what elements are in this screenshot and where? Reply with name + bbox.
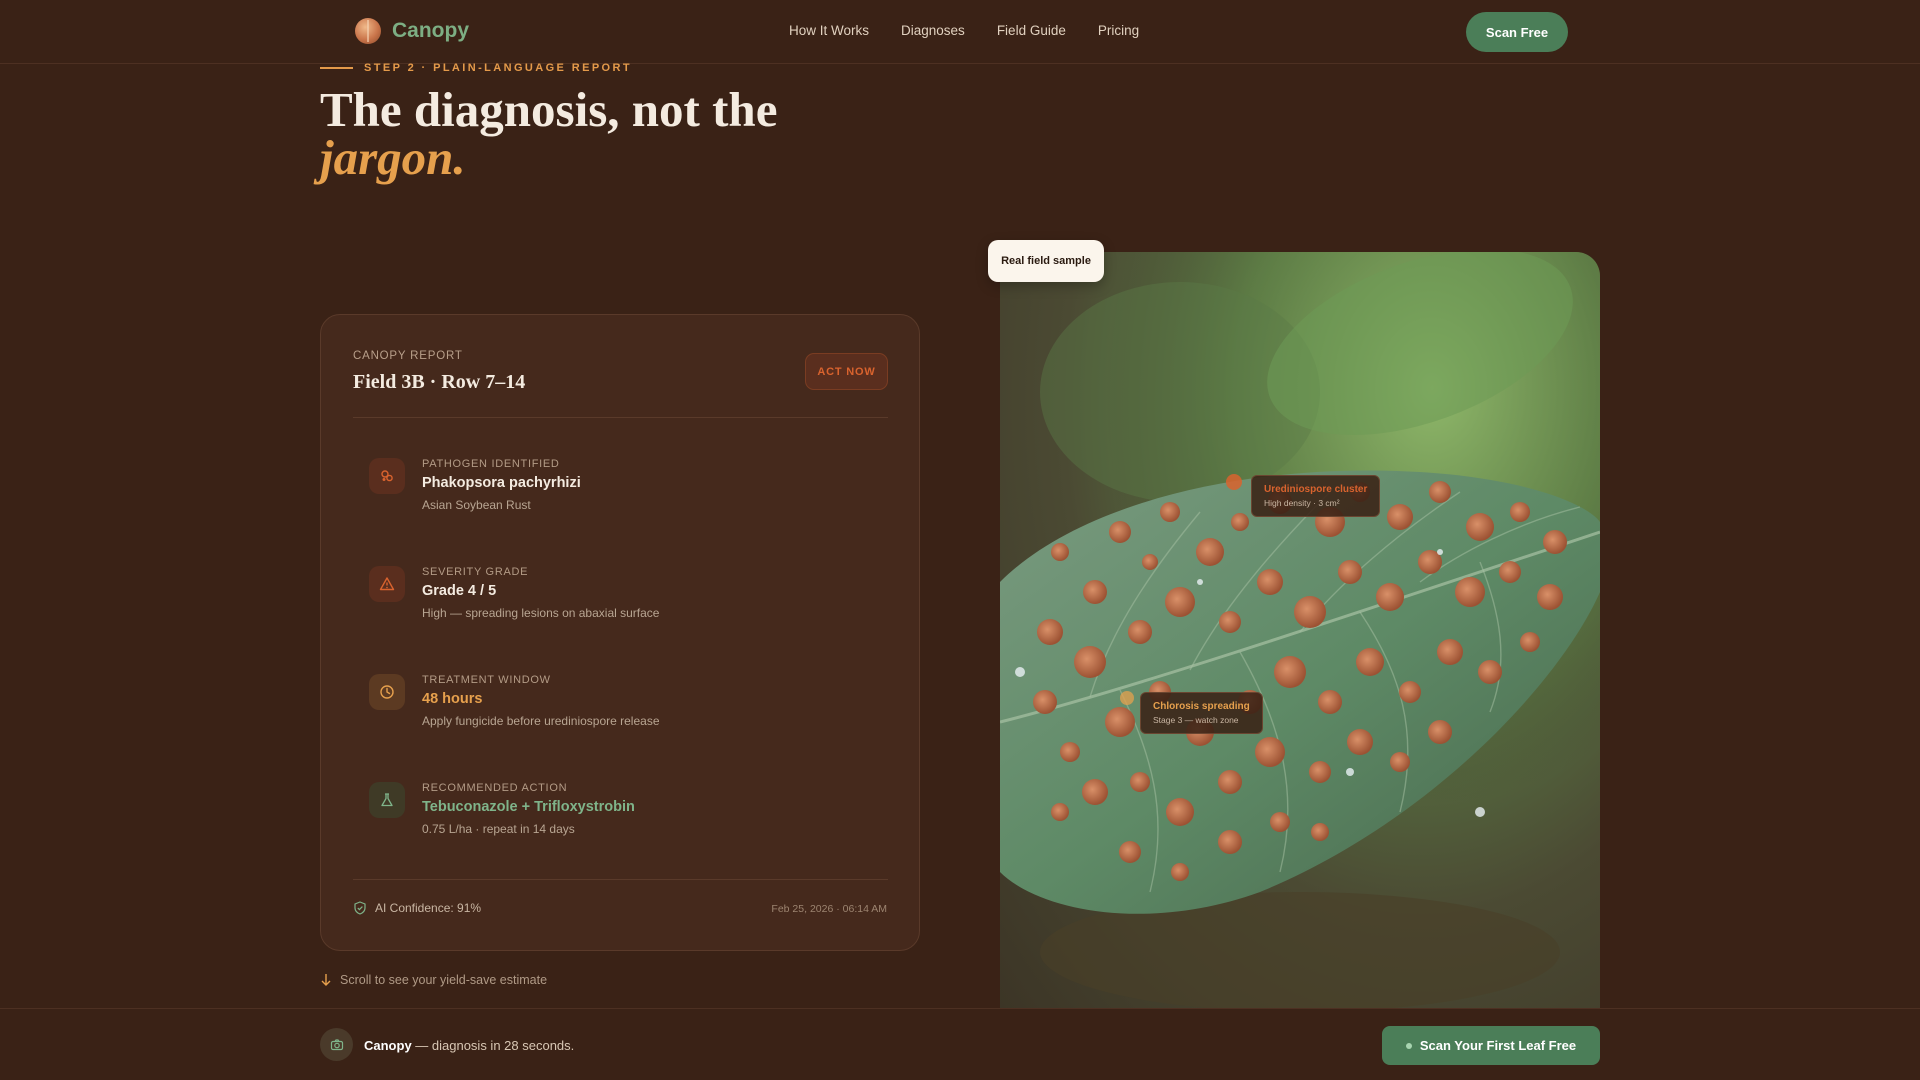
row-sub: 0.75 L/ha · repeat in 14 days	[422, 822, 575, 836]
callout-chlorosis: Chlorosis spreading Stage 3 — watch zone	[1140, 692, 1263, 734]
act-now-badge: ACT NOW	[805, 353, 888, 390]
callout-title: Urediniospore cluster	[1264, 484, 1368, 495]
sticky-bottom-bar: Canopy — diagnosis in 28 seconds. Scan Y…	[0, 1008, 1920, 1080]
chlorosis-pin[interactable]	[1120, 691, 1134, 705]
clock-icon	[369, 674, 405, 710]
nav-link-diagnoses[interactable]: Diagnoses	[901, 23, 965, 38]
brand-logo[interactable]: Canopy	[355, 18, 469, 44]
nav-link-pricing[interactable]: Pricing	[1098, 23, 1139, 38]
scan-first-leaf-label: Scan Your First Leaf Free	[1419, 1038, 1577, 1053]
row-label: PATHOGEN IDENTIFIED	[422, 458, 560, 470]
card-divider	[353, 417, 888, 418]
eyebrow-text: STEP 2 · PLAIN-LANGUAGE REPORT	[364, 62, 632, 74]
nav-link-field-guide[interactable]: Field Guide	[997, 23, 1066, 38]
row-sub: Apply fungicide before urediniospore rel…	[422, 714, 660, 728]
callout-sub: High density · 3 cm²	[1264, 498, 1340, 508]
report-title: Field 3B · Row 7–14	[353, 371, 526, 393]
status-dot-icon	[1405, 1042, 1412, 1049]
urediniospore-pin[interactable]	[1226, 474, 1242, 490]
section-eyebrow: STEP 2 · PLAIN-LANGUAGE REPORT	[320, 62, 632, 74]
ai-confidence-text: AI Confidence: 91%	[375, 901, 482, 915]
row-label: TREATMENT WINDOW	[422, 674, 551, 686]
hero-heading-accent: jargon.	[320, 130, 466, 185]
row-value: Tebuconazole + Trifloxystrobin	[422, 799, 635, 815]
row-value: 48 hours	[422, 691, 483, 707]
row-label: RECOMMENDED ACTION	[422, 782, 568, 794]
camera-icon	[320, 1028, 353, 1061]
row-value: Grade 4 / 5	[422, 583, 497, 599]
report-card: CANOPY REPORT Field 3B · Row 7–14 ACT NO…	[320, 314, 920, 951]
callout-urediniospore: Urediniospore cluster High density · 3 c…	[1251, 475, 1381, 517]
bottom-bar-tagline: — diagnosis in 28 seconds.	[411, 1038, 575, 1053]
ai-confidence: AI Confidence: 91%	[353, 901, 481, 915]
card-divider	[353, 879, 888, 880]
bottom-bar-brand: Canopy	[364, 1038, 412, 1053]
warning-icon	[369, 566, 405, 602]
callout-title: Chlorosis spreading	[1153, 701, 1250, 712]
eyebrow-rule	[320, 67, 353, 69]
pathogen-icon	[369, 458, 405, 494]
row-label: SEVERITY GRADE	[422, 566, 529, 578]
hero-heading-main: The diagnosis, not the	[320, 82, 778, 137]
row-sub: Asian Soybean Rust	[422, 498, 531, 512]
flask-icon	[369, 782, 405, 818]
row-value: Phakopsora pachyrhizi	[422, 475, 581, 491]
bottom-bar-text: Canopy — diagnosis in 28 seconds.	[364, 1038, 574, 1053]
row-sub: High — spreading lesions on abaxial surf…	[422, 606, 660, 620]
shield-check-icon	[354, 901, 366, 915]
scroll-hint[interactable]: Scroll to see your yield-save estimate	[320, 973, 547, 987]
leaf-photo: Urediniospore cluster High density · 3 c…	[1000, 252, 1600, 1008]
hero-heading: The diagnosis, not the jargon.	[320, 85, 920, 185]
report-timestamp: Feb 25, 2026 · 06:14 AM	[771, 903, 887, 915]
scan-free-button[interactable]: Scan Free	[1466, 12, 1568, 52]
nav-link-how-it-works[interactable]: How It Works	[789, 23, 869, 38]
leaf-illustration	[1000, 252, 1600, 1008]
arrow-down-icon	[321, 974, 331, 986]
nav-links: How It Works Diagnoses Field Guide Prici…	[789, 23, 1139, 38]
scan-first-leaf-button[interactable]: Scan Your First Leaf Free	[1382, 1026, 1600, 1065]
real-field-sample-tag: Real field sample	[988, 240, 1104, 282]
callout-sub: Stage 3 — watch zone	[1153, 715, 1239, 725]
top-nav: Canopy How It Works Diagnoses Field Guid…	[0, 0, 1920, 64]
leaf-logo-icon	[355, 18, 381, 44]
scroll-hint-text: Scroll to see your yield-save estimate	[340, 973, 548, 987]
report-kicker: CANOPY REPORT	[353, 350, 463, 362]
brand-name: Canopy	[392, 19, 470, 42]
